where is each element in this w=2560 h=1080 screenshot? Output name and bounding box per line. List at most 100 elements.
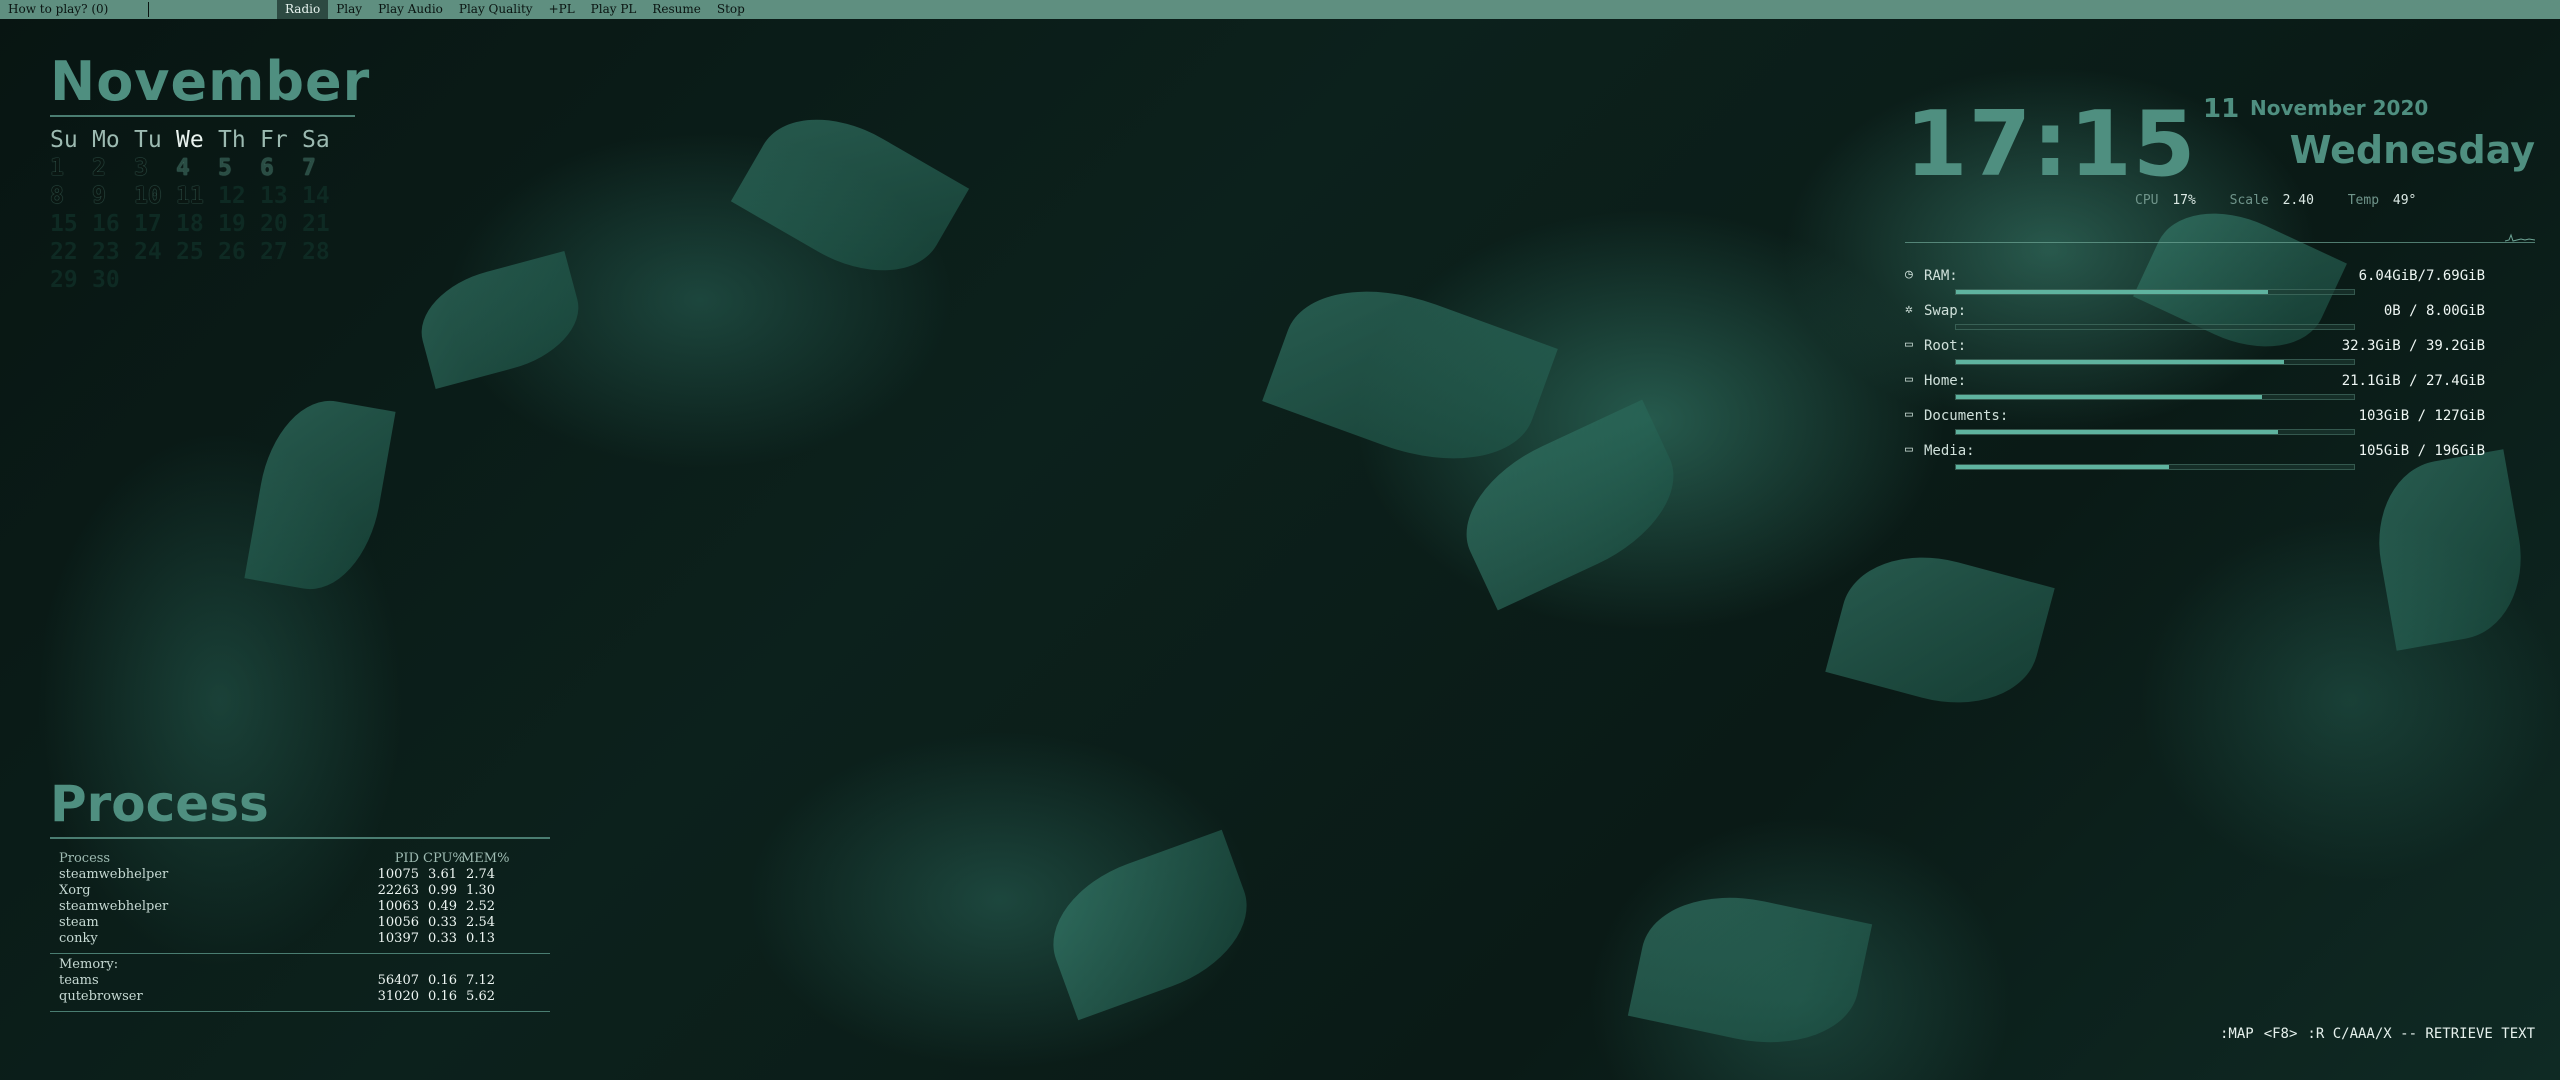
background-leaf xyxy=(1262,260,1558,490)
gauge-icon: ◷ xyxy=(1905,267,1913,282)
process-cpu: 3.61 xyxy=(428,867,457,882)
hint-text: :MAP xyxy=(2219,1026,2254,1042)
clock-day: 11 xyxy=(2203,94,2240,124)
menu-item-resume[interactable]: Resume xyxy=(644,0,709,19)
calendar-month: November xyxy=(50,50,371,113)
menu-item-play-quality[interactable]: Play Quality xyxy=(451,0,541,19)
meter-label: RAM: xyxy=(1924,268,1958,284)
calendar-day: 21 xyxy=(302,211,330,237)
meter-ram: ◷ RAM: 6.04GiB/7.69GiB xyxy=(1905,266,2485,301)
calendar-weekday: Th xyxy=(218,127,246,153)
bottom-hint: :MAP <F8> :R C/AAA/X -- RETRIEVE TEXT xyxy=(2210,1026,2535,1042)
scale-value: 2.40 xyxy=(2282,193,2314,208)
process-bottom-divider xyxy=(50,1011,550,1012)
meter-swap: ✲ Swap: 0B / 8.00GiB xyxy=(1905,301,2485,336)
calendar-day: 14 xyxy=(302,183,330,209)
meter-bar xyxy=(1955,359,2355,365)
calendar-day: 3 xyxy=(134,155,148,181)
cpu-graph-baseline xyxy=(1905,242,2535,243)
calendar-day: 6 xyxy=(260,155,274,181)
calendar-day: 28 xyxy=(302,239,330,265)
temp-value: 49° xyxy=(2392,193,2417,208)
process-cpu: 0.99 xyxy=(428,883,457,898)
process-mem: 7.12 xyxy=(466,973,495,988)
meter-value: 103GiB / 127GiB xyxy=(2358,408,2485,424)
cpu-label: CPU xyxy=(2135,193,2159,208)
menu-item-play-audio[interactable]: Play Audio xyxy=(370,0,451,19)
process-table: Process PID CPU% MEM% steamwebhelper 1007… xyxy=(50,851,555,1012)
process-row: conky 10397 0.33 0.13 xyxy=(50,931,555,947)
process-pid: 10397 xyxy=(377,931,419,946)
process-pid: 31020 xyxy=(377,989,419,1004)
menu-item-stop[interactable]: Stop xyxy=(709,0,753,19)
calendar-widget: November Su Mo Tu We Th Fr Sa 1 2 3 4 5 6 7 8 9 10 11 12 13… xyxy=(50,50,371,295)
header-mem: MEM% xyxy=(461,851,510,866)
calendar-day xyxy=(134,267,176,295)
process-row: steamwebhelper 10075 3.61 2.74 xyxy=(50,867,555,883)
meter-bar-fill xyxy=(1956,395,2263,399)
memory-process-list: teams 56407 0.16 7.12 qutebrowser 31020 0.16 5.… xyxy=(50,973,555,1005)
temp-label: Temp xyxy=(2347,193,2380,208)
process-pid: 10056 xyxy=(377,915,419,930)
calendar-day xyxy=(176,267,218,295)
clock-month-year: November 2020 xyxy=(2250,96,2429,120)
calendar-day: 22 xyxy=(50,239,78,265)
calendar-weekday-row: Su Mo Tu We Th Fr Sa xyxy=(50,127,360,155)
process-row: teams 56407 0.16 7.12 xyxy=(50,973,555,989)
calendar-weekday: We xyxy=(176,127,204,153)
process-pid: 10063 xyxy=(377,899,419,914)
clock-time: 17:15 xyxy=(1905,92,2197,197)
calendar-day xyxy=(218,267,260,295)
calendar-day xyxy=(260,267,302,295)
menu-item-radio[interactable]: Radio xyxy=(277,0,329,19)
process-name: steamwebhelper xyxy=(59,899,169,914)
meter-bar xyxy=(1955,289,2355,295)
process-row: Xorg 22263 0.99 1.30 xyxy=(50,883,555,899)
process-pid: 56407 xyxy=(377,973,419,988)
calendar-day: 24 xyxy=(134,239,162,265)
menu-item-play[interactable]: Play xyxy=(328,0,370,19)
hint-text: <F8> xyxy=(2263,1026,2298,1042)
calendar-day: 12 xyxy=(218,183,246,209)
calendar-day: 13 xyxy=(260,183,288,209)
top-menu: Radio Play Play Audio Play Quality +PL Play P… xyxy=(277,0,753,19)
cpu-graph xyxy=(2505,233,2535,242)
process-mem: 2.52 xyxy=(466,899,495,914)
background-leaf xyxy=(1033,829,1267,1021)
calendar-day: 5 xyxy=(218,155,232,181)
process-name: teams xyxy=(59,973,99,988)
background-leaf xyxy=(1627,878,1873,1062)
process-cpu: 0.16 xyxy=(428,973,457,988)
menu-item-pl[interactable]: +PL xyxy=(541,0,583,19)
meter-value: 21.1GiB / 27.4GiB xyxy=(2341,373,2485,389)
calendar-day: 1 xyxy=(50,155,64,181)
command-input[interactable] xyxy=(148,2,277,17)
process-divider xyxy=(50,837,550,839)
calendar-weekday: Fr xyxy=(260,127,288,153)
calendar-day xyxy=(302,267,344,295)
meter-bar xyxy=(1955,394,2355,400)
process-mem: 1.30 xyxy=(466,883,495,898)
disk-icon: ▭ xyxy=(1905,337,1913,352)
process-cpu: 0.49 xyxy=(428,899,457,914)
hint-text: :R C/AAA/X -- RETRIEVE TEXT xyxy=(2307,1026,2535,1042)
meter-media: ▭ Media: 105GiB / 196GiB xyxy=(1905,441,2485,476)
meter-label: Media: xyxy=(1924,443,1975,459)
meter-bar xyxy=(1955,464,2355,470)
calendar-grid: Su Mo Tu We Th Fr Sa 1 2 3 4 5 6 7 8 9 10 11 12 13 14 15 16 17 1… xyxy=(50,127,360,295)
process-title: Process xyxy=(50,775,269,833)
calendar-day: 8 xyxy=(50,183,64,209)
process-mem: 5.62 xyxy=(466,989,495,1004)
calendar-day: 11 xyxy=(176,183,204,209)
process-name: steam xyxy=(59,915,99,930)
background-leaf xyxy=(1825,536,2055,724)
system-stats-line: CPU 17% Scale 2.40 Temp 49° xyxy=(2135,193,2422,208)
background-leaf xyxy=(244,391,396,599)
process-pid: 10075 xyxy=(377,867,419,882)
clock-weekday: Wednesday xyxy=(2289,128,2535,172)
calendar-day: 16 xyxy=(92,211,120,237)
menu-item-play-pl[interactable]: Play PL xyxy=(583,0,645,19)
meter-value: 32.3GiB / 39.2GiB xyxy=(2341,338,2485,354)
disk-icon: ▭ xyxy=(1905,442,1913,457)
calendar-day: 26 xyxy=(218,239,246,265)
